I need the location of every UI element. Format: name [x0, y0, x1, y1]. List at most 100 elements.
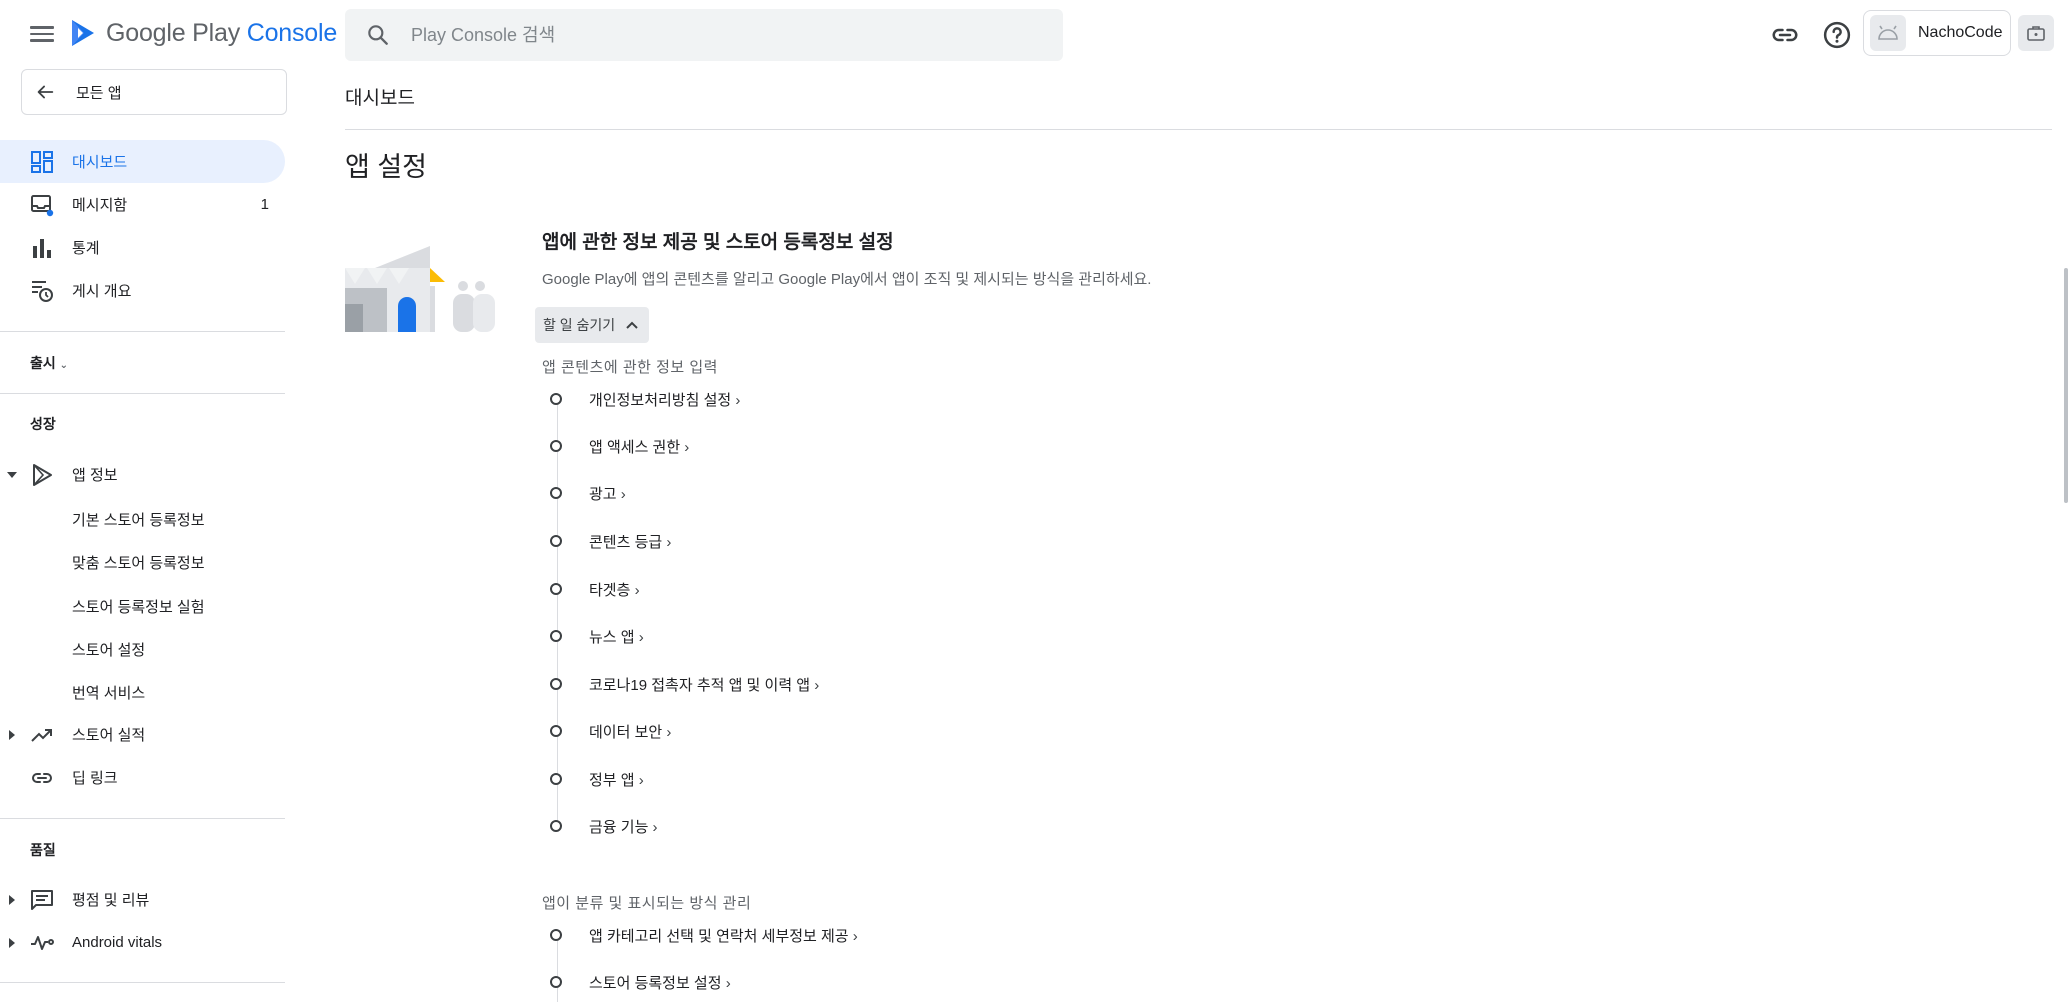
- menu-line: [30, 26, 54, 29]
- account-switch-button[interactable]: [2018, 15, 2054, 51]
- task-item[interactable]: 콘텐츠 등급: [550, 529, 662, 553]
- sidebar-section-release[interactable]: 출시 ⌄: [30, 353, 68, 373]
- task-label: 개인정보처리방침 설정: [589, 389, 740, 410]
- sidebar-item-deep-links[interactable]: 딥 링크: [0, 756, 285, 799]
- sidebar-item-label: 평점 및 리뷰: [72, 892, 150, 909]
- task-status-dot: [550, 535, 562, 547]
- task-label: 코로나19 접촉자 추적 앱 및 이력 앱: [589, 674, 819, 695]
- page-scrollbar[interactable]: [2064, 268, 2068, 503]
- task-item[interactable]: 앱 액세스 권한: [550, 434, 680, 458]
- task-label: 앱 액세스 권한: [589, 436, 689, 457]
- sidebar-item-inbox[interactable]: 메시지함 1: [0, 183, 285, 226]
- sidebar-item-ratings-reviews[interactable]: 평점 및 리뷰: [0, 878, 285, 921]
- publishing-overview-icon: [30, 279, 54, 303]
- sidebar-item-statistics[interactable]: 통계: [0, 226, 285, 269]
- search-bar[interactable]: [345, 9, 1063, 61]
- reviews-icon: [30, 888, 54, 912]
- sidebar-subitem-main-store-listing[interactable]: 기본 스토어 등록정보: [72, 509, 205, 530]
- sidebar-item-store-performance[interactable]: 스토어 실적: [0, 713, 285, 756]
- caret-right-icon: [9, 937, 15, 948]
- trending-up-icon: [30, 723, 54, 747]
- sidebar-item-label: 대시보드: [72, 154, 128, 171]
- task-status-dot: [550, 487, 562, 499]
- hide-tasks-button[interactable]: 할 일 숨기기: [535, 307, 650, 343]
- menu-line: [30, 39, 54, 42]
- caret-right-icon: [9, 729, 15, 740]
- sidebar-subitem-translation-service[interactable]: 번역 서비스: [72, 682, 145, 703]
- sidebar-item-label: Android vitals: [72, 934, 163, 951]
- task-status-dot: [550, 773, 562, 785]
- task-status-dot: [550, 976, 562, 988]
- breadcrumb: 대시보드: [345, 88, 415, 109]
- task-label: 앱 카테고리 선택 및 연락처 세부정보 제공: [589, 925, 858, 946]
- inbox-icon: [30, 193, 54, 217]
- play-console-logo-icon: [72, 20, 94, 46]
- task-item[interactable]: 뉴스 앱: [550, 624, 635, 648]
- sidebar-item-dashboard[interactable]: 대시보드: [0, 140, 285, 183]
- task-status-dot: [550, 393, 562, 405]
- task-item[interactable]: 금융 기능: [550, 814, 648, 838]
- card-title: 앱에 관한 정보 제공 및 스토어 등록정보 설정: [542, 232, 894, 253]
- all-apps-back-button[interactable]: 모든 앱: [21, 69, 287, 115]
- menu-line: [30, 32, 54, 35]
- link-icon[interactable]: [1770, 20, 1800, 50]
- sidebar-item-label: 딥 링크: [72, 770, 118, 787]
- sidebar-item-publishing-overview[interactable]: 게시 개요: [0, 269, 285, 312]
- task-status-dot: [550, 929, 562, 941]
- android-icon: [1878, 25, 1898, 40]
- caret-down-icon: [7, 471, 17, 478]
- sidebar-divider: [0, 982, 285, 983]
- sidebar-subitem-custom-store-listing[interactable]: 맞춤 스토어 등록정보: [72, 552, 205, 573]
- card-description: Google Play에 앱의 콘텐츠를 알리고 Google Play에서 앱…: [542, 271, 1152, 288]
- task-item[interactable]: 스토어 등록정보 설정: [550, 970, 722, 994]
- task-label: 금융 기능: [589, 816, 658, 837]
- sidebar-item-label: 게시 개요: [72, 283, 132, 300]
- task-label: 정부 앱: [589, 769, 644, 790]
- page-title: 앱 설정: [345, 152, 428, 182]
- search-input[interactable]: [409, 23, 1013, 47]
- task-item[interactable]: 광고: [550, 481, 617, 505]
- sidebar-item-label: 메시지함: [72, 197, 128, 214]
- logo-text: Google Play Console: [106, 19, 337, 48]
- vitals-icon: [30, 931, 54, 955]
- account-chip[interactable]: NachoCode: [1863, 10, 2011, 56]
- task-item[interactable]: 정부 앱: [550, 767, 635, 791]
- dashboard-icon: [30, 150, 54, 174]
- task-status-dot: [550, 440, 562, 452]
- logo-text-main: Google Play: [106, 18, 240, 47]
- sidebar-item-label: 스토어 실적: [72, 727, 146, 744]
- task-item[interactable]: 타겟층: [550, 577, 630, 601]
- task-item[interactable]: 앱 카테고리 선택 및 연락처 세부정보 제공: [550, 923, 849, 947]
- sidebar-item-app-info[interactable]: 앱 정보: [0, 453, 285, 496]
- task-label: 스토어 등록정보 설정: [589, 972, 731, 993]
- sidebar-subitem-store-settings[interactable]: 스토어 설정: [72, 639, 145, 660]
- task-status-dot: [550, 725, 562, 737]
- task-group-label: 앱 콘텐츠에 관한 정보 입력: [542, 359, 718, 376]
- task-status-dot: [550, 678, 562, 690]
- main-menu-button[interactable]: [30, 22, 54, 46]
- task-item[interactable]: 데이터 보안: [550, 719, 662, 743]
- avatar: [1870, 15, 1906, 51]
- help-icon[interactable]: [1822, 20, 1852, 50]
- task-status-dot: [550, 630, 562, 642]
- task-item[interactable]: 개인정보처리방침 설정: [550, 387, 731, 411]
- bar-chart-icon: [30, 236, 54, 260]
- chevron-down-icon: ⌄: [59, 360, 69, 371]
- play-console-logo[interactable]: Google Play Console: [70, 18, 337, 48]
- caret-right-icon: [9, 894, 15, 905]
- task-label: 콘텐츠 등급: [589, 531, 671, 552]
- logo-text-accent: Console: [246, 18, 338, 47]
- task-label: 데이터 보안: [589, 721, 671, 742]
- arrow-back-icon: [37, 85, 54, 99]
- sidebar-subitem-store-listing-experiments[interactable]: 스토어 등록정보 실험: [72, 596, 205, 617]
- task-status-dot: [550, 820, 562, 832]
- link-icon: [30, 766, 54, 790]
- timeline-line: [557, 398, 558, 828]
- sidebar-section-growth: 성장: [30, 416, 56, 432]
- release-label: 출시: [30, 355, 56, 371]
- task-label: 뉴스 앱: [589, 626, 644, 647]
- sidebar-divider: [0, 818, 285, 819]
- chevron-up-icon: [626, 321, 638, 329]
- sidebar-item-android-vitals[interactable]: Android vitals: [0, 921, 285, 964]
- task-item[interactable]: 코로나19 접촉자 추적 앱 및 이력 앱: [550, 672, 810, 696]
